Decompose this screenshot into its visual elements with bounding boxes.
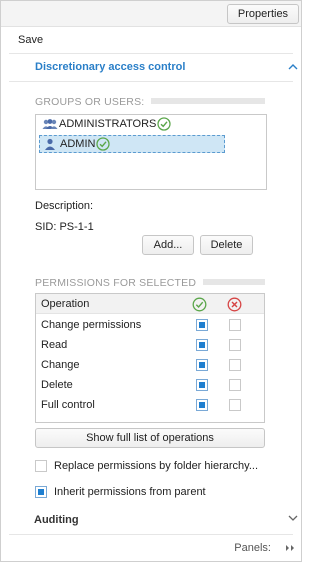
allow-checkbox[interactable] (196, 359, 208, 371)
sid-label: SID: (35, 221, 57, 233)
panels-label: Panels: (234, 542, 271, 554)
table-row[interactable]: Read (36, 335, 264, 355)
permissions-table: Operation Change permissions Read Change (35, 293, 265, 423)
inherit-permissions-checkbox[interactable] (35, 486, 47, 498)
add-button[interactable]: Add... (142, 235, 194, 255)
list-item-administrators[interactable]: ADMINISTRATORS (42, 117, 172, 131)
table-row[interactable]: Change permissions (36, 315, 264, 335)
replace-permissions-label: Replace permissions by folder hierarchy.… (54, 460, 258, 472)
inherit-permissions-option[interactable]: Inherit permissions from parent (35, 486, 206, 498)
check-circle-icon (192, 297, 207, 312)
deny-checkbox[interactable] (229, 339, 241, 351)
user-icon (45, 138, 55, 150)
permissions-header: PERMISSIONS FOR SELECTED (35, 277, 197, 289)
operation-name: Read (41, 339, 68, 351)
description-label: Description: (35, 200, 94, 212)
operation-name: Full control (41, 399, 95, 411)
deny-checkbox[interactable] (229, 319, 241, 331)
replace-permissions-checkbox[interactable] (35, 460, 47, 472)
section-title-auditing[interactable]: Auditing (34, 514, 79, 526)
allow-checkbox[interactable] (196, 319, 208, 331)
groups-list[interactable]: ADMINISTRATORS ADMIN (35, 114, 267, 190)
inherit-permissions-label: Inherit permissions from parent (54, 486, 206, 498)
table-row[interactable]: Full control (36, 395, 264, 415)
allow-checkbox[interactable] (196, 399, 208, 411)
allow-checkbox[interactable] (196, 339, 208, 351)
header-rule (151, 98, 265, 104)
top-toolbar: Properties (1, 1, 301, 27)
groups-header: GROUPS OR USERS: (35, 96, 145, 108)
permissions-table-header: Operation (36, 294, 264, 314)
deny-checkbox[interactable] (229, 359, 241, 371)
show-full-list-button[interactable]: Show full list of operations (35, 428, 265, 448)
divider (9, 81, 293, 82)
divider (9, 53, 293, 54)
replace-permissions-option[interactable]: Replace permissions by folder hierarchy.… (35, 460, 258, 472)
sid-value: PS-1-1 (59, 221, 94, 233)
delete-button[interactable]: Delete (200, 235, 253, 255)
check-circle-icon (157, 117, 172, 131)
list-item-label: ADMIN (60, 138, 96, 150)
table-row[interactable]: Delete (36, 375, 264, 395)
group-icon (42, 119, 58, 129)
double-arrow-right-icon[interactable] (284, 543, 296, 553)
chevron-up-icon[interactable] (287, 61, 299, 73)
check-circle-icon (96, 137, 111, 151)
operation-name: Delete (41, 379, 73, 391)
deny-checkbox[interactable] (229, 399, 241, 411)
table-row[interactable]: Change (36, 355, 264, 375)
header-rule (203, 279, 265, 285)
properties-button[interactable]: Properties (227, 4, 299, 24)
divider (9, 534, 293, 535)
save-button[interactable]: Save (18, 34, 43, 46)
operation-name: Change permissions (41, 319, 142, 331)
sid-row: SID: PS-1-1 (35, 221, 94, 233)
chevron-down-icon[interactable] (287, 512, 299, 524)
list-item-admin[interactable]: ADMIN (39, 135, 225, 153)
deny-checkbox[interactable] (229, 379, 241, 391)
x-circle-icon (227, 297, 242, 312)
operation-column-header: Operation (41, 298, 90, 310)
list-item-label: ADMINISTRATORS (59, 118, 157, 130)
allow-checkbox[interactable] (196, 379, 208, 391)
section-title-access-control[interactable]: Discretionary access control (35, 61, 185, 73)
operation-name: Change (41, 359, 80, 371)
access-panel: Properties Save Discretionary access con… (0, 0, 302, 562)
